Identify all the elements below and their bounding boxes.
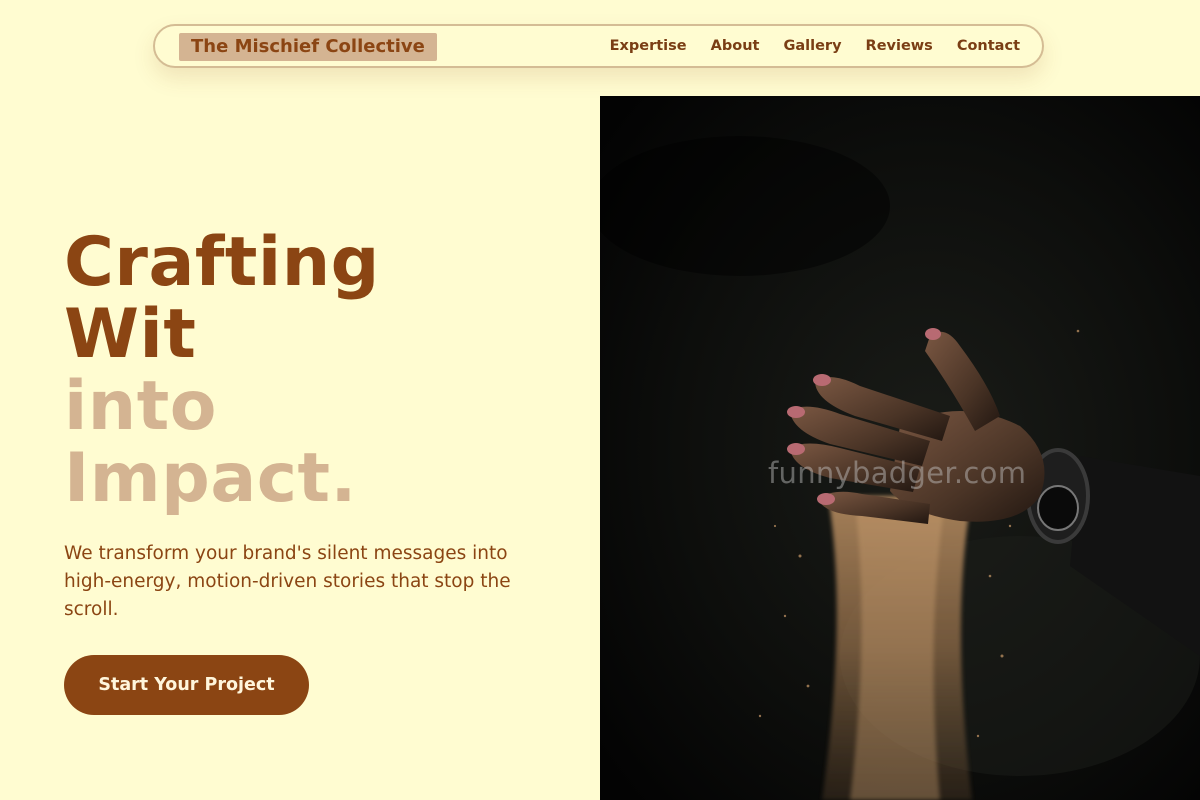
hero-subtitle: We transform your brand's silent message… (64, 543, 511, 620)
watermark-text: funnybadger.com (768, 456, 1027, 490)
start-project-button[interactable]: Start Your Project (64, 655, 309, 715)
hero-title-line-4: Impact. (64, 439, 357, 518)
hero-title-line-2: Wit (64, 295, 197, 374)
nav-link-contact[interactable]: Contact (957, 38, 1020, 54)
nav-links: Expertise About Gallery Reviews Contact (610, 26, 1020, 66)
hero-title-line-1: Crafting (64, 223, 380, 302)
nav-link-gallery[interactable]: Gallery (783, 38, 841, 54)
nav-link-about[interactable]: About (711, 38, 760, 54)
brand-logo[interactable]: The Mischief Collective (179, 33, 437, 61)
nav-link-reviews[interactable]: Reviews (866, 38, 933, 54)
hero-photo: funnybadger.com (600, 96, 1200, 800)
nav-link-expertise[interactable]: Expertise (610, 38, 687, 54)
hero-title: Crafting Wit into Impact. (64, 227, 380, 515)
hero-title-line-3: into (64, 367, 217, 446)
hand-sand-illustration (600, 96, 1200, 800)
navbar: The Mischief Collective Expertise About … (153, 24, 1044, 68)
